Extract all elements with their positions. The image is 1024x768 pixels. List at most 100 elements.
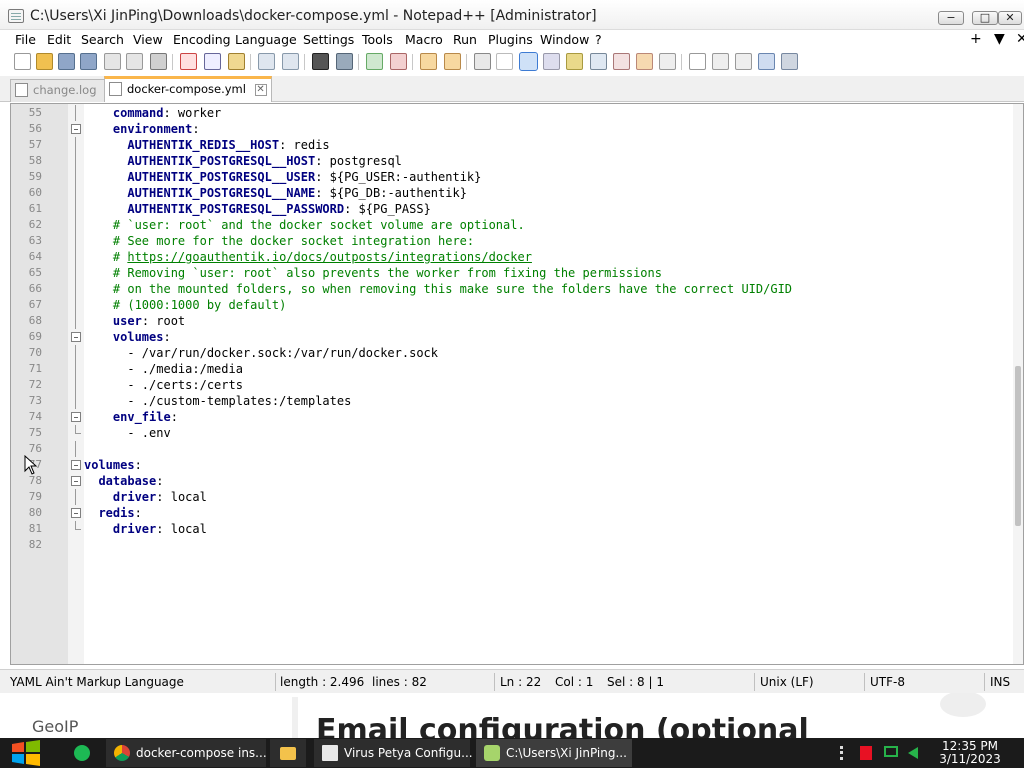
close-file-icon[interactable] xyxy=(104,53,121,70)
code-text[interactable]: # https://goauthentik.io/docs/outposts/i… xyxy=(84,249,532,265)
code-line[interactable]: 59 AUTHENTIK_POSTGRESQL__USER: ${PG_USER… xyxy=(11,169,1023,185)
menu-plugins[interactable]: Plugins xyxy=(488,32,533,47)
code-line[interactable]: 73 - ./custom-templates:/templates xyxy=(11,393,1023,409)
code-text[interactable]: env_file: xyxy=(84,409,178,425)
vertical-scrollbar[interactable] xyxy=(1013,104,1023,664)
redo-icon[interactable] xyxy=(282,53,299,70)
code-line[interactable]: 67 # (1000:1000 by default) xyxy=(11,297,1023,313)
folder-as-workspace-icon[interactable] xyxy=(636,53,653,70)
code-line[interactable]: 60 AUTHENTIK_POSTGRESQL__NAME: ${PG_DB:-… xyxy=(11,185,1023,201)
save-all-icon[interactable] xyxy=(80,53,97,70)
menu-window[interactable]: Window xyxy=(540,32,589,47)
menu-help[interactable]: ? xyxy=(595,32,602,47)
code-text[interactable]: AUTHENTIK_POSTGRESQL__PASSWORD: ${PG_PAS… xyxy=(84,201,430,217)
document-map-icon[interactable] xyxy=(566,53,583,70)
close-tab-icon[interactable]: ✕ xyxy=(254,83,267,96)
code-text[interactable]: command: worker xyxy=(84,105,221,121)
code-text[interactable]: - ./media:/media xyxy=(84,361,243,377)
close-window-button[interactable]: ✕ xyxy=(998,11,1022,25)
taskbar-clock[interactable]: 12:35 PM 3/11/2023 xyxy=(930,740,1010,766)
code-line[interactable]: 77 volumes: xyxy=(11,457,1023,473)
code-text[interactable]: - .env xyxy=(84,425,170,441)
paste-icon[interactable] xyxy=(228,53,245,70)
code-text[interactable]: database: xyxy=(84,473,163,489)
tab-docker-compose[interactable]: docker-compose.yml ✕ xyxy=(104,76,272,102)
print-icon[interactable] xyxy=(150,53,167,70)
open-file-icon[interactable] xyxy=(36,53,53,70)
menu-edit[interactable]: Edit xyxy=(47,32,71,47)
code-line[interactable]: 72 - ./certs:/certs xyxy=(11,377,1023,393)
tray-overflow-icon[interactable] xyxy=(840,746,843,760)
new-tab-plus-icon[interactable]: + xyxy=(970,31,982,47)
code-line[interactable]: 80 redis: xyxy=(11,505,1023,521)
editor-area[interactable]: 55 command: worker 56 environment: 57 AUTH… xyxy=(10,103,1024,665)
code-line[interactable]: 79 driver: local xyxy=(11,489,1023,505)
sync-horizontal-icon[interactable] xyxy=(444,53,461,70)
replace-icon[interactable] xyxy=(336,53,353,70)
code-line[interactable]: 75 - .env xyxy=(11,425,1023,441)
taskbar-item-notepadpp[interactable]: C:\Users\Xi JinPing... xyxy=(476,739,632,767)
network-icon[interactable] xyxy=(884,746,898,757)
code-text[interactable]: # Removing `user: root` also prevents th… xyxy=(84,265,662,281)
indent-guide-icon[interactable] xyxy=(519,52,538,71)
cut-icon[interactable] xyxy=(180,53,197,70)
code-line[interactable]: 63 # See more for the docker socket inte… xyxy=(11,233,1023,249)
fold-toggle-icon[interactable] xyxy=(71,124,81,134)
stop-recording-icon[interactable] xyxy=(712,53,729,70)
copy-icon[interactable] xyxy=(204,53,221,70)
code-line[interactable]: 68 user: root xyxy=(11,313,1023,329)
zoom-out-icon[interactable] xyxy=(390,53,407,70)
code-text[interactable]: volumes: xyxy=(84,329,171,345)
code-text[interactable]: # See more for the docker socket integra… xyxy=(84,233,474,249)
fold-toggle-icon[interactable] xyxy=(71,508,81,518)
code-text[interactable]: # `user: root` and the docker socket vol… xyxy=(84,217,525,233)
code-text[interactable]: AUTHENTIK_POSTGRESQL__NAME: ${PG_DB:-aut… xyxy=(84,185,467,201)
code-text[interactable]: AUTHENTIK_POSTGRESQL__HOST: postgresql xyxy=(84,153,402,169)
code-text[interactable]: environment: xyxy=(84,121,200,137)
sync-vertical-icon[interactable] xyxy=(420,53,437,70)
code-line[interactable]: 56 environment: xyxy=(11,121,1023,137)
user-defined-language-icon[interactable] xyxy=(543,53,560,70)
function-list-icon[interactable] xyxy=(613,53,630,70)
menu-search[interactable]: Search xyxy=(81,32,124,47)
background-sidebar-item[interactable]: GeoIP xyxy=(32,717,78,736)
code-text[interactable]: - /var/run/docker.sock:/var/run/docker.s… xyxy=(84,345,438,361)
save-icon[interactable] xyxy=(58,53,75,70)
minimize-button[interactable]: − xyxy=(938,11,964,25)
record-macro-icon[interactable] xyxy=(689,53,706,70)
code-text[interactable]: driver: local xyxy=(84,521,207,537)
menu-settings[interactable]: Settings xyxy=(303,32,354,47)
code-line[interactable]: 74 env_file: xyxy=(11,409,1023,425)
new-file-icon[interactable] xyxy=(14,53,31,70)
start-button-windows-icon[interactable] xyxy=(10,740,42,766)
zoom-in-icon[interactable] xyxy=(366,53,383,70)
playback-macro-icon[interactable] xyxy=(735,53,752,70)
show-all-characters-icon[interactable] xyxy=(496,53,513,70)
code-text[interactable]: user: root xyxy=(84,313,185,329)
find-icon[interactable] xyxy=(312,53,329,70)
code-text[interactable]: # on the mounted folders, so when removi… xyxy=(84,281,792,297)
code-text[interactable]: redis: xyxy=(84,505,141,521)
menu-tools[interactable]: Tools xyxy=(362,32,393,47)
code-line[interactable]: 61 AUTHENTIK_POSTGRESQL__PASSWORD: ${PG_… xyxy=(11,201,1023,217)
code-line[interactable]: 55 command: worker xyxy=(11,105,1023,121)
code-line[interactable]: 66 # on the mounted folders, so when rem… xyxy=(11,281,1023,297)
menu-language[interactable]: Language xyxy=(235,32,297,47)
word-wrap-icon[interactable] xyxy=(474,53,491,70)
maximize-button[interactable]: □ xyxy=(972,11,998,25)
fold-toggle-icon[interactable] xyxy=(71,476,81,486)
code-line[interactable]: 62 # `user: root` and the docker socket … xyxy=(11,217,1023,233)
code-line[interactable]: 71 - ./media:/media xyxy=(11,361,1023,377)
menu-encoding[interactable]: Encoding xyxy=(173,32,231,47)
close-document-icon[interactable]: ✕ xyxy=(1016,31,1024,47)
code-line[interactable]: 70 - /var/run/docker.sock:/var/run/docke… xyxy=(11,345,1023,361)
fold-toggle-icon[interactable] xyxy=(71,332,81,342)
volume-icon[interactable] xyxy=(908,747,918,759)
code-line[interactable]: 76 xyxy=(11,441,1023,457)
undo-icon[interactable] xyxy=(258,53,275,70)
tab-list-dropdown-icon[interactable]: ▼ xyxy=(994,31,1005,47)
close-all-icon[interactable] xyxy=(126,53,143,70)
code-text[interactable]: - ./certs:/certs xyxy=(84,377,243,393)
action-center-flag-icon[interactable] xyxy=(860,746,872,760)
code-text[interactable]: # (1000:1000 by default) xyxy=(84,297,286,313)
